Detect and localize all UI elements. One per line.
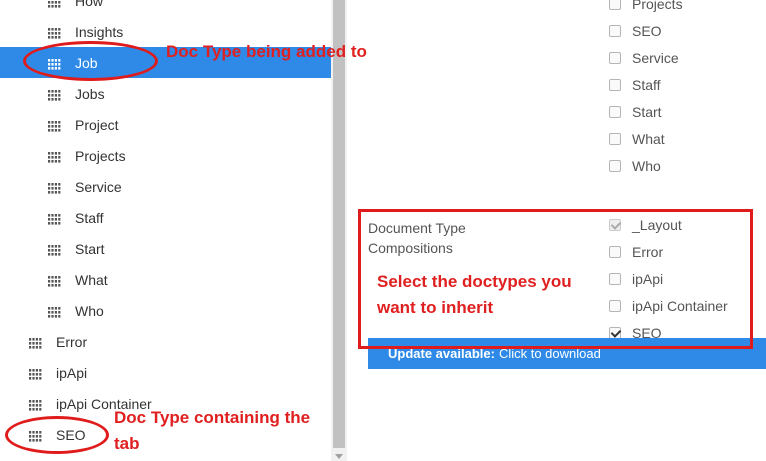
allowed-child-item[interactable]: SEO (609, 21, 662, 41)
doctype-grid-icon (48, 150, 61, 163)
allowed-child-item[interactable]: Staff (609, 75, 661, 95)
doctype-grid-icon (48, 212, 61, 225)
allowed-child-checkbox[interactable] (609, 133, 621, 145)
tree-item-label: Who (75, 302, 104, 319)
allowed-child-label: Service (632, 50, 679, 66)
job-annotation: Doc Type being added to (166, 42, 367, 61)
tree-item-label: ipApi (56, 364, 88, 381)
seo-highlight-ellipse (5, 416, 109, 454)
allowed-child-item[interactable]: Who (609, 156, 661, 176)
tree-item[interactable]: Staff (0, 202, 331, 233)
tree-item-label: Projects (75, 147, 126, 164)
allowed-child-label: Staff (632, 77, 661, 93)
tree-item[interactable]: ipApi (0, 357, 331, 388)
allowed-child-checkbox[interactable] (609, 106, 621, 118)
allowed-child-checkbox[interactable] (609, 52, 621, 64)
allowed-child-label: What (632, 131, 665, 147)
tree-item-label: Jobs (75, 85, 105, 102)
tree-item[interactable]: Project (0, 109, 331, 140)
tree-item[interactable]: What (0, 264, 331, 295)
allowed-child-item[interactable]: Start (609, 102, 662, 122)
allowed-child-checkbox[interactable] (609, 79, 621, 91)
allowed-child-checkbox[interactable] (609, 25, 621, 37)
allowed-child-checkbox[interactable] (609, 160, 621, 172)
tree-item[interactable]: Projects (0, 140, 331, 171)
allowed-child-item[interactable]: What (609, 129, 665, 149)
doctype-grid-icon (48, 305, 61, 318)
doctype-grid-icon (48, 243, 61, 256)
tree-item[interactable]: Start (0, 233, 331, 264)
select-annotation-line2: want to inherit (377, 298, 494, 317)
tree-item-label: How (75, 0, 104, 9)
doctype-grid-icon (48, 88, 61, 101)
allowed-child-label: Who (632, 158, 661, 174)
allowed-child-label: Projects (632, 0, 683, 12)
tree-item[interactable]: Jobs (0, 78, 331, 109)
scrollbar-thumb[interactable] (333, 0, 345, 448)
tree-item-label: Project (75, 116, 119, 133)
job-highlight-ellipse (23, 41, 158, 81)
doctype-grid-icon (48, 26, 61, 39)
allowed-child-item[interactable]: Projects (609, 0, 683, 14)
doctype-grid-icon (29, 367, 42, 380)
tree-item-label: What (75, 271, 108, 288)
doctype-grid-icon (29, 398, 42, 411)
doctype-grid-icon (48, 274, 61, 287)
tree-item[interactable]: Service (0, 171, 331, 202)
scroll-down-arrow-icon[interactable] (331, 451, 347, 461)
tree-item-label: Staff (75, 209, 104, 226)
allowed-child-label: Start (632, 104, 662, 120)
tree-item[interactable]: Who (0, 295, 331, 326)
seo-annotation-line2: tab (114, 434, 140, 453)
tree-item-label: Insights (75, 23, 124, 40)
tree-item-label: Error (56, 333, 88, 350)
doctype-grid-icon (48, 181, 61, 194)
seo-annotation-line1: Doc Type containing the (114, 408, 311, 427)
select-annotation-line1: Select the doctypes you (377, 272, 572, 291)
doctype-grid-icon (48, 0, 61, 8)
allowed-child-item[interactable]: Service (609, 48, 679, 68)
tree-scrollbar[interactable] (331, 0, 347, 461)
doctype-grid-icon (29, 336, 42, 349)
tree-item-label: Service (75, 178, 122, 195)
tree-item[interactable]: Error (0, 326, 331, 357)
allowed-child-checkbox[interactable] (609, 0, 621, 10)
doctype-grid-icon (48, 119, 61, 132)
tree-item-label: Start (75, 240, 105, 257)
tree-item[interactable]: How (0, 0, 331, 16)
allowed-child-label: SEO (632, 23, 662, 39)
